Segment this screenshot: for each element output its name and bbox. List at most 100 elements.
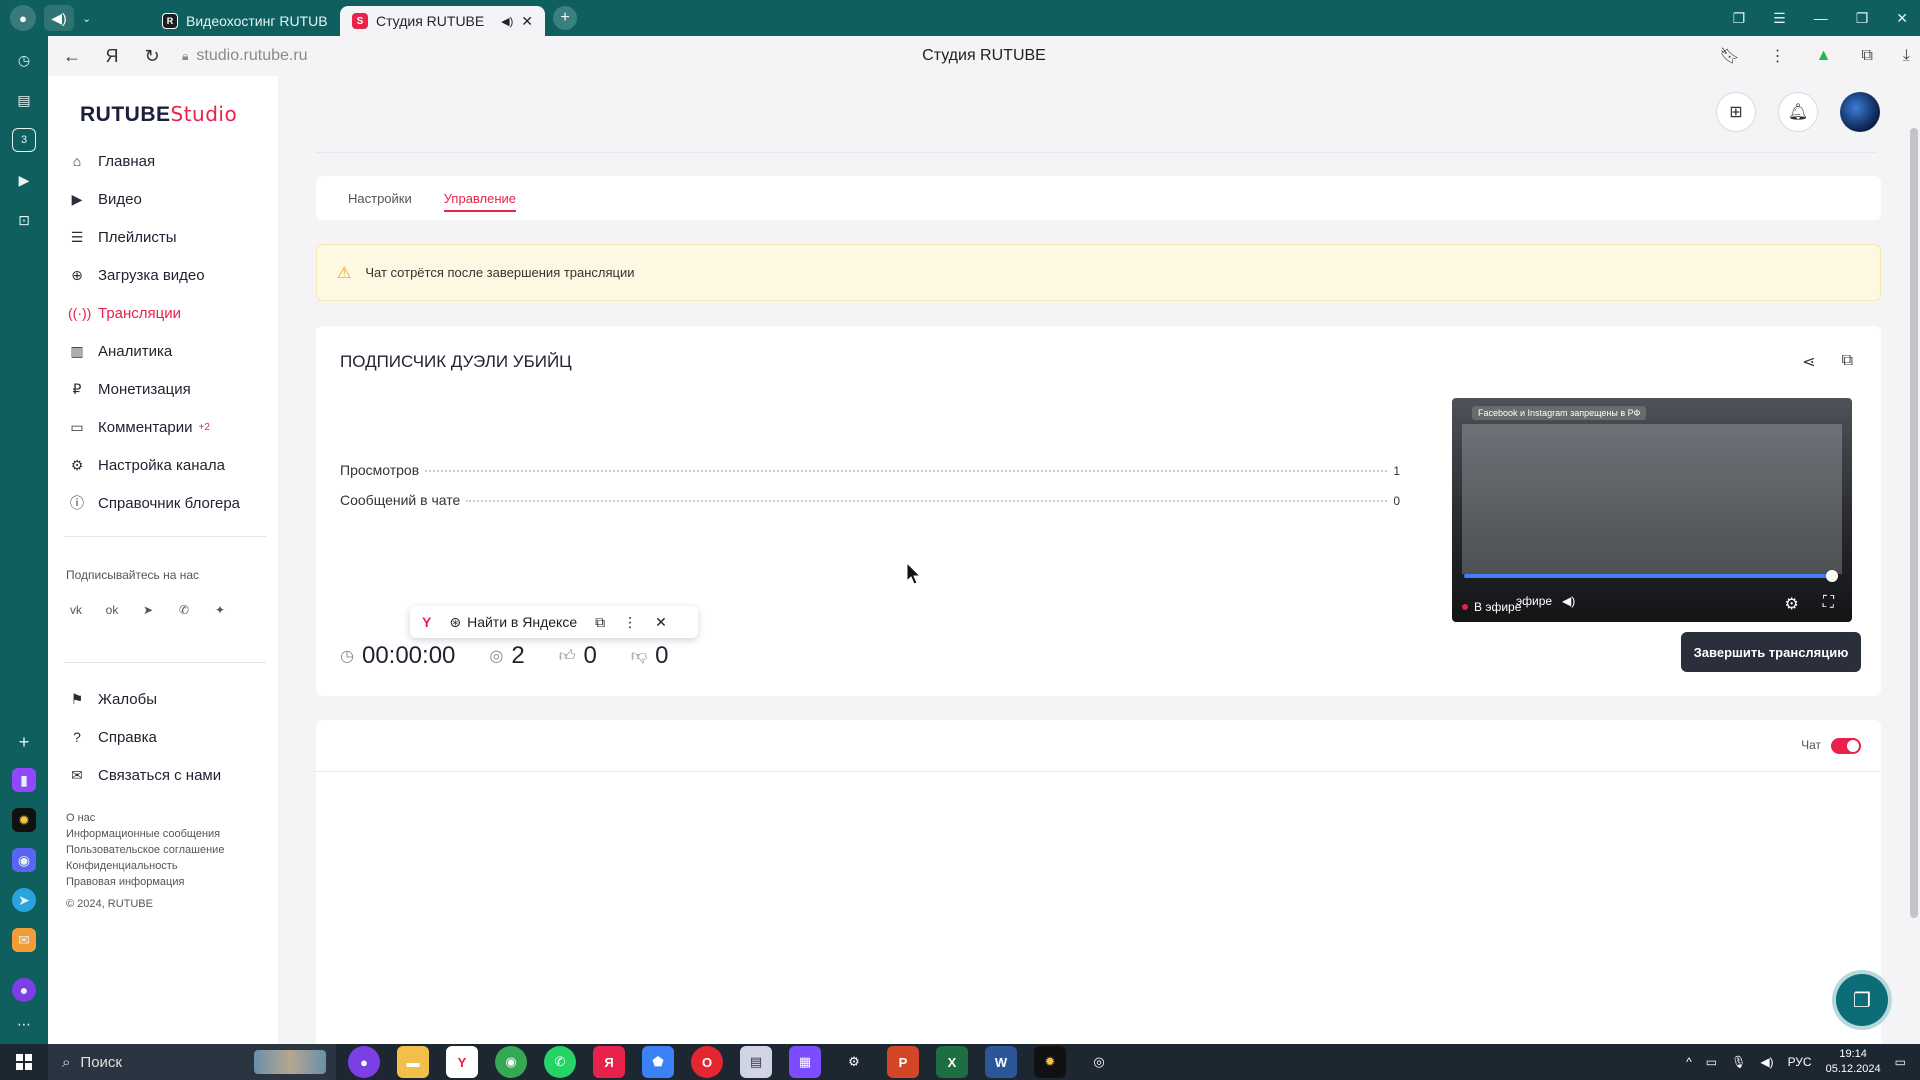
more-icon[interactable]: ⋯ [12,1012,36,1036]
stream-preview-player[interactable]: Facebook и Instagram запрещены в РФ В эф… [1452,398,1852,622]
alice-icon[interactable]: ● [12,978,36,1002]
sidebar-item-help[interactable]: ? Справка [68,718,268,756]
media-app-icon[interactable]: ▦ [789,1046,821,1078]
taskbar-search[interactable]: ⌕ Поиск [48,1044,336,1080]
sidebar-item-complaints[interactable]: ⚑ Жалобы [68,680,268,718]
chrome-icon[interactable]: ◉ [495,1046,527,1078]
create-button[interactable]: ⊞ [1716,92,1756,132]
sidebar-item-analytics[interactable]: ▥ Аналитика [68,332,268,370]
excel-icon[interactable]: X [936,1046,968,1078]
support-chat-button[interactable]: ❐ [1836,974,1888,1026]
volume-icon[interactable]: ◀) [1562,594,1575,608]
share-icon[interactable]: ⋖ [1802,352,1815,372]
volume-icon[interactable]: ◀) [1760,1055,1773,1069]
note-app-icon[interactable]: ▤ [740,1046,772,1078]
ok-icon[interactable]: ok [100,598,124,622]
counter-icon[interactable]: 3 [12,128,36,152]
language-indicator[interactable]: РУС [1788,1055,1812,1069]
sun-app-icon[interactable]: ✹ [1034,1046,1066,1078]
sidebar-item-upload[interactable]: ⊕ Загрузка видео [68,256,268,294]
yandex-home-icon[interactable]: Я [96,46,128,67]
more-vert-icon[interactable]: ⋮ [623,614,637,631]
twitch-icon[interactable]: ▮ [12,768,36,792]
sidebar-item-comments[interactable]: ▭ Комментарии +2 [68,408,268,446]
sidebar-item-contact[interactable]: ✉ Связаться с нами [68,756,268,794]
end-stream-button[interactable]: Завершить трансляцию [1681,632,1861,672]
opera-icon[interactable]: O [691,1046,723,1078]
telegram-icon[interactable]: ➤ [136,598,160,622]
copy-icon[interactable]: ⧉ [595,614,605,631]
scrollbar-thumb[interactable] [1910,128,1918,918]
quality-settings-icon[interactable]: ⚙ [1784,594,1798,614]
lock-icon[interactable]: 🔒︎ [182,49,188,64]
add-panel-icon[interactable]: + [12,730,36,754]
sidebar-item-playlists[interactable]: ☰ Плейлисты [68,218,268,256]
collections-icon[interactable]: ▤ [12,88,36,112]
close-window-icon[interactable]: ✕ [1896,10,1908,27]
restore-icon[interactable]: ❐ [1856,10,1869,27]
back-icon[interactable]: ← [56,46,88,67]
audio-tabs-icon[interactable]: ◀) [44,5,74,31]
pentagon-app-icon[interactable]: ⬟ [642,1046,674,1078]
notifications-button[interactable]: 🔔︎ [1778,92,1818,132]
file-explorer-icon[interactable]: ▬ [397,1046,429,1078]
discord-icon[interactable]: ◉ [12,848,36,872]
minimize-icon[interactable]: — [1814,10,1828,26]
settings-app-icon[interactable]: ⚙ [838,1046,870,1078]
word-icon[interactable]: W [985,1046,1017,1078]
profile-avatar-icon[interactable]: ● [10,5,36,31]
sidebar-item-home[interactable]: ⌂ Главная [68,142,268,180]
fullscreen-icon[interactable]: ⛶ [1823,594,1834,614]
video-player-icon[interactable]: ▶ [12,168,36,192]
sidebar-item-monetization[interactable]: ₽ Монетизация [68,370,268,408]
footer-link-terms[interactable]: Пользовательское соглашение [66,842,224,858]
tray-chevron-icon[interactable]: ^ [1686,1055,1692,1069]
page-scrollbar[interactable] [1908,76,1920,1044]
history-icon[interactable]: ◷ [12,48,36,72]
close-tab-icon[interactable]: ✕ [521,13,533,30]
viber-icon[interactable]: ✆ [172,598,196,622]
sun-app-icon[interactable]: ✹ [12,808,36,832]
sidebar-item-broadcasts[interactable]: ((·)) Трансляции [68,294,268,332]
whatsapp-icon[interactable]: ✆ [544,1046,576,1078]
network-icon[interactable]: ▭ [1706,1055,1717,1069]
rutube-studio-logo[interactable]: RUTUBEStudio [80,102,237,127]
close-popup-icon[interactable]: ✕ [655,614,667,631]
mail-app-icon[interactable]: ✉ [12,928,36,952]
preview-progress-bar[interactable] [1464,574,1833,578]
bookmarks-panel-icon[interactable]: ❐ [1733,10,1746,27]
tab-settings[interactable]: Настройки [348,176,412,220]
footer-link-info[interactable]: Информационные сообщения [66,826,224,842]
reload-icon[interactable]: ↻ [136,46,168,67]
tab-rutube-hosting[interactable]: R Видеохостинг RUTUBE. С [150,6,340,36]
clock[interactable]: 19:14 05.12.2024 [1826,1047,1881,1077]
start-button[interactable] [0,1054,48,1070]
chat-toggle[interactable] [1831,738,1861,754]
plus-icon[interactable]: ✦ [208,598,232,622]
sidebar-item-blogger-guide[interactable]: ⓘ Справочник блогера [68,484,268,522]
footer-link-privacy[interactable]: Конфиденциальность [66,858,224,874]
footer-link-about[interactable]: О нас [66,810,224,826]
alice-app-icon[interactable]: ● [348,1046,380,1078]
search-yandex-button[interactable]: ⊛ Найти в Яндексе [449,614,577,631]
avatar[interactable] [1840,92,1880,132]
menu-icon[interactable]: ☰ [1773,10,1786,27]
notifications-icon[interactable]: ▭ [1895,1055,1906,1069]
open-external-icon[interactable]: ⧉ [1842,352,1853,372]
bookmark-icon[interactable]: 🔖︎ [1719,46,1739,66]
sidebar-item-video[interactable]: ▶ Видео [68,180,268,218]
extension-icon[interactable]: ▲ [1816,47,1832,65]
url-field[interactable]: studio.rutube.ru [196,47,307,65]
vk-icon[interactable]: vk [64,598,88,622]
chevron-down-icon[interactable]: ⌄ [82,12,91,25]
yandex-logo-icon[interactable]: Y [422,614,431,630]
download-icon[interactable]: ⤓ [1903,47,1910,65]
kebab-menu-icon[interactable]: ⋮ [1770,46,1786,66]
preview-progress-knob[interactable] [1826,570,1839,582]
tab-management[interactable]: Управление [443,176,517,220]
sidebar-item-channel-settings[interactable]: ⚙ Настройка канала [68,446,268,484]
microphone-icon[interactable]: 🎙︎ [1731,1055,1746,1069]
extensions-icon[interactable]: ⧉ [1861,47,1872,65]
obs-icon[interactable]: ◎ [1083,1046,1115,1078]
speaker-icon[interactable]: ◀) [501,15,513,28]
